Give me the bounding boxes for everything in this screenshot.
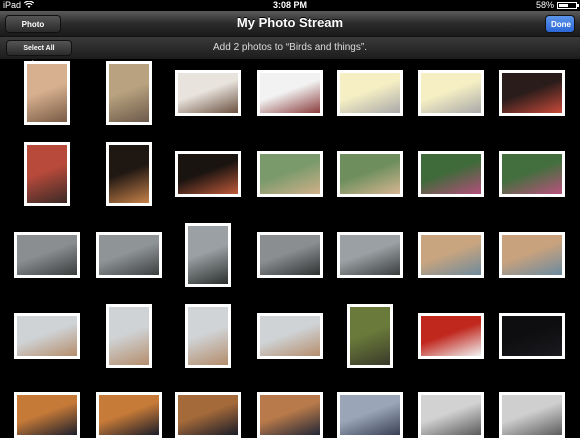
photo-thumbnail-girl-hat-silly-face[interactable] bbox=[24, 61, 70, 125]
photo-image bbox=[421, 73, 481, 113]
photo-image bbox=[178, 395, 238, 435]
battery-icon bbox=[557, 2, 579, 9]
photo-thumbnail-notes-screenshot[interactable] bbox=[337, 70, 403, 116]
photo-image bbox=[178, 73, 238, 113]
photo-thumbnail-plant-leaves[interactable] bbox=[499, 151, 565, 197]
photo-thumbnail-bridge[interactable] bbox=[14, 232, 80, 278]
photo-image bbox=[260, 395, 320, 435]
photo-image bbox=[260, 154, 320, 194]
photo-image bbox=[17, 235, 77, 275]
photo-thumbnail-girls-beach[interactable] bbox=[185, 304, 231, 368]
status-time: 3:08 PM bbox=[272, 0, 307, 10]
photo-thumbnail-coast-fog[interactable] bbox=[337, 232, 403, 278]
photo-image bbox=[421, 154, 481, 194]
photo-image bbox=[421, 316, 481, 356]
photo-thumbnail-girls-outdoors[interactable] bbox=[337, 151, 403, 197]
photo-image bbox=[260, 235, 320, 275]
photo-image bbox=[421, 235, 481, 275]
photo-thumbnail-sunset[interactable] bbox=[14, 392, 80, 438]
photo-thumbnail-girls-smiling[interactable] bbox=[418, 232, 484, 278]
photo-thumbnail-sunset[interactable] bbox=[337, 392, 403, 438]
photo-image bbox=[340, 395, 400, 435]
photo-thumbnail-girls-smiling[interactable] bbox=[499, 232, 565, 278]
photo-thumbnail-sunset[interactable] bbox=[96, 392, 162, 438]
selection-toolbar: Select All Photos Add 2 photos to “Birds… bbox=[0, 37, 580, 68]
battery-percent: 58% bbox=[535, 0, 554, 10]
photo-image bbox=[188, 226, 228, 284]
photo-thumbnail-group-indoors[interactable] bbox=[175, 70, 241, 116]
photo-image bbox=[260, 316, 320, 356]
photo-image bbox=[27, 64, 67, 122]
status-right: 58% bbox=[535, 0, 579, 11]
photo-image bbox=[340, 73, 400, 113]
photo-image bbox=[502, 154, 562, 194]
photo-image bbox=[99, 235, 159, 275]
photo-image bbox=[109, 145, 149, 203]
photo-thumbnail-bridge[interactable] bbox=[257, 232, 323, 278]
photo-thumbnail-notes-screenshot[interactable] bbox=[418, 70, 484, 116]
photo-image bbox=[502, 395, 562, 435]
photo-thumbnail-girl-red-jacket-night[interactable] bbox=[499, 70, 565, 116]
photo-thumbnail-plant-leaves[interactable] bbox=[418, 151, 484, 197]
photo-image bbox=[502, 73, 562, 113]
photo-thumbnail-sunset[interactable] bbox=[175, 392, 241, 438]
photo-image bbox=[502, 235, 562, 275]
photo-thumbnail-girls-outdoors[interactable] bbox=[257, 151, 323, 197]
photo-image bbox=[178, 154, 238, 194]
photo-thumbnail-group-outdoors[interactable] bbox=[257, 70, 323, 116]
photo-thumbnail-bird-ground[interactable] bbox=[347, 304, 393, 368]
photo-image bbox=[109, 64, 149, 122]
photo-thumbnail-store-signage[interactable] bbox=[418, 313, 484, 359]
done-button[interactable]: Done bbox=[545, 15, 575, 33]
photo-grid bbox=[0, 59, 580, 438]
photo-image bbox=[340, 154, 400, 194]
photo-thumbnail-office-desk[interactable] bbox=[499, 392, 565, 438]
photo-thumbnail-campfire-group[interactable] bbox=[175, 151, 241, 197]
photo-image bbox=[17, 316, 77, 356]
photo-thumbnail-dark-night[interactable] bbox=[499, 313, 565, 359]
photo-image bbox=[340, 235, 400, 275]
navigation-bar: Photo Stream My Photo Stream Done bbox=[0, 11, 580, 47]
page-title: My Photo Stream bbox=[236, 15, 344, 30]
photo-thumbnail-coast-rocks[interactable] bbox=[185, 223, 231, 287]
photo-image bbox=[17, 395, 77, 435]
photo-image bbox=[502, 316, 562, 356]
status-bar: iPad 3:08 PM 58% bbox=[0, 0, 580, 11]
photo-image bbox=[260, 73, 320, 113]
photo-thumbnail-girls-beach[interactable] bbox=[257, 313, 323, 359]
photo-thumbnail-girl-red-jacket[interactable] bbox=[24, 142, 70, 206]
photo-thumbnail-girls-beach[interactable] bbox=[106, 304, 152, 368]
photo-image bbox=[421, 395, 481, 435]
selection-prompt: Add 2 photos to “Birds and things”. bbox=[213, 42, 367, 53]
photo-thumbnail-bridge[interactable] bbox=[96, 232, 162, 278]
photo-image bbox=[99, 395, 159, 435]
photo-thumbnail-girl-hat-smile[interactable] bbox=[106, 61, 152, 125]
photo-image bbox=[27, 145, 67, 203]
photo-thumbnail-girls-beach[interactable] bbox=[14, 313, 80, 359]
photo-image bbox=[188, 307, 228, 365]
photo-thumbnail-campfire-night[interactable] bbox=[106, 142, 152, 206]
photo-image bbox=[350, 307, 390, 365]
photo-image bbox=[109, 307, 149, 365]
photo-thumbnail-sunset[interactable] bbox=[257, 392, 323, 438]
photo-thumbnail-office-desk[interactable] bbox=[418, 392, 484, 438]
